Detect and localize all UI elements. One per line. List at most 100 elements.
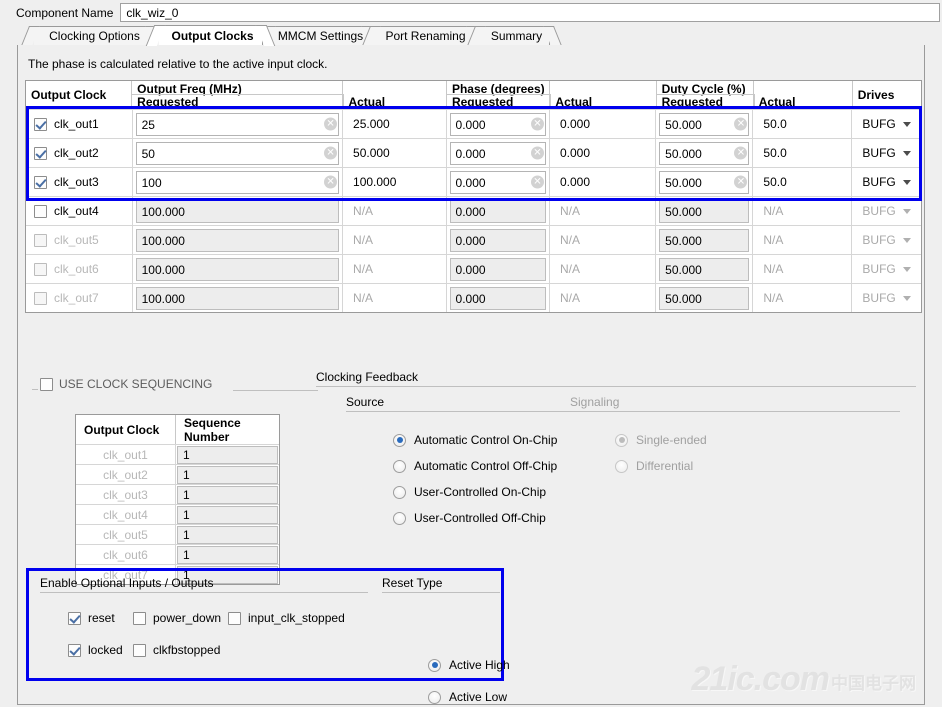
drives-cell[interactable]: BUFG [852,110,921,138]
checkbox[interactable] [68,643,81,657]
phase-requested-cell[interactable]: 0.000 [447,226,550,254]
drives-cell[interactable]: BUFG [852,168,921,196]
sequence-number-input[interactable]: 1 [177,466,278,484]
duty-requested-cell[interactable]: 50.000 [656,226,754,254]
clear-value-icon[interactable]: ✕ [734,117,748,131]
chevron-down-icon[interactable] [903,179,912,185]
clock-enable-checkbox[interactable] [34,233,47,247]
radio-button[interactable] [393,485,406,499]
duty-requested-cell[interactable]: 50.000 ✕ [656,110,754,138]
sequence-number-cell[interactable]: 1 [176,465,279,484]
feedback-signaling-option-single-ended[interactable]: Single-ended [615,433,707,447]
radio-button[interactable] [393,433,406,447]
phase-requested-input[interactable]: 0.000 [449,229,546,252]
phase-requested-cell[interactable]: 0.000 ✕ [447,168,550,196]
sequence-number-input[interactable]: 1 [177,446,278,464]
feedback-source-option-automatic-control-off-chip[interactable]: Automatic Control Off-Chip [393,459,557,473]
feedback-signaling-option-differential[interactable]: Differential [615,459,693,473]
phase-requested-input[interactable]: 0.000 [449,200,546,223]
optional-io-power-down[interactable]: power_down [133,611,221,625]
clear-value-icon[interactable]: ✕ [734,175,748,189]
chevron-down-icon[interactable] [903,208,912,214]
checkbox[interactable] [68,611,81,625]
radio-button[interactable] [393,511,406,525]
chevron-down-icon[interactable] [903,150,912,156]
clock-enable-cell[interactable]: clk_out4 [26,197,133,225]
checkbox[interactable] [228,611,241,625]
clock-enable-cell[interactable]: clk_out5 [26,226,133,254]
tab-clocking-options[interactable]: Clocking Options [34,26,152,45]
use-clock-sequencing-checkbox[interactable] [40,377,53,391]
drives-dropdown[interactable]: BUFG [856,291,917,305]
tab-output-clocks[interactable]: Output Clocks [159,25,263,45]
radio-button[interactable] [428,658,441,672]
output-freq-requested-input[interactable]: 100 [135,171,340,194]
optional-io-locked[interactable]: locked [68,643,123,657]
sequence-number-input[interactable]: 1 [177,506,278,524]
optional-io-input-clk-stopped[interactable]: input_clk_stopped [228,611,345,625]
clear-value-icon[interactable]: ✕ [324,117,338,131]
sequence-number-input[interactable]: 1 [177,546,278,564]
duty-requested-input[interactable]: 50.000 [659,287,750,310]
duty-requested-input[interactable]: 50.000 [659,229,750,252]
clear-value-icon[interactable]: ✕ [531,146,544,160]
sequence-number-cell[interactable]: 1 [176,445,279,464]
output-freq-requested-input[interactable]: 100.000 [135,229,340,252]
drives-cell[interactable]: BUFG [852,197,921,225]
sequence-number-cell[interactable]: 1 [176,545,279,564]
output-freq-requested-cell[interactable]: 100.000 [133,226,344,254]
duty-requested-cell[interactable]: 50.000 [656,284,754,312]
drives-cell[interactable]: BUFG [852,139,921,167]
phase-requested-cell[interactable]: 0.000 [447,197,550,225]
clock-enable-cell[interactable]: clk_out1 [26,110,133,138]
output-freq-requested-input[interactable]: 25 [135,113,340,136]
chevron-down-icon[interactable] [903,266,912,272]
drives-dropdown[interactable]: BUFG [856,117,917,131]
drives-dropdown[interactable]: BUFG [856,262,917,276]
output-freq-requested-input[interactable]: 100.000 [135,200,340,223]
output-freq-requested-cell[interactable]: 100.000 [133,197,344,225]
component-name-input[interactable]: clk_wiz_0 [120,3,941,22]
clock-enable-checkbox[interactable] [34,175,47,189]
clock-enable-cell[interactable]: clk_out2 [26,139,133,167]
clock-enable-checkbox[interactable] [34,262,47,276]
duty-requested-input[interactable]: 50.000 [659,200,750,223]
phase-requested-input[interactable]: 0.000 [449,258,546,281]
clear-value-icon[interactable]: ✕ [324,175,338,189]
clear-value-icon[interactable]: ✕ [531,175,544,189]
duty-requested-cell[interactable]: 50.000 ✕ [656,168,754,196]
phase-requested-cell[interactable]: 0.000 [447,255,550,283]
output-freq-requested-cell[interactable]: 100.000 [133,255,344,283]
clock-enable-checkbox[interactable] [34,204,47,218]
clock-enable-checkbox[interactable] [34,117,47,131]
use-clock-sequencing-row[interactable]: USE CLOCK SEQUENCING [40,377,212,391]
phase-requested-cell[interactable]: 0.000 ✕ [447,139,550,167]
radio-button[interactable] [615,433,628,447]
clock-enable-checkbox[interactable] [34,146,47,160]
output-freq-requested-cell[interactable]: 100.000 [133,284,344,312]
reset-type-option-active-low[interactable]: Active Low [428,690,507,704]
phase-requested-input[interactable]: 0.000 [449,287,546,310]
radio-button[interactable] [393,459,406,473]
clock-enable-cell[interactable]: clk_out7 [26,284,133,312]
phase-requested-cell[interactable]: 0.000 ✕ [447,110,550,138]
radio-button[interactable] [615,459,628,473]
reset-type-option-active-high[interactable]: Active High [428,658,510,672]
tab-port-renaming[interactable]: Port Renaming [375,26,473,45]
output-freq-requested-cell[interactable]: 50 ✕ [133,139,344,167]
drives-dropdown[interactable]: BUFG [856,233,917,247]
drives-cell[interactable]: BUFG [852,226,921,254]
clear-value-icon[interactable]: ✕ [324,146,338,160]
phase-requested-cell[interactable]: 0.000 [447,284,550,312]
duty-requested-cell[interactable]: 50.000 [656,255,754,283]
tab-summary[interactable]: Summary [480,26,550,45]
output-freq-requested-input[interactable]: 100.000 [135,287,340,310]
output-freq-requested-input[interactable]: 100.000 [135,258,340,281]
drives-dropdown[interactable]: BUFG [856,204,917,218]
checkbox[interactable] [133,611,146,625]
radio-button[interactable] [428,690,441,704]
clock-enable-cell[interactable]: clk_out6 [26,255,133,283]
drives-cell[interactable]: BUFG [852,255,921,283]
chevron-down-icon[interactable] [903,295,912,301]
drives-dropdown[interactable]: BUFG [856,175,917,189]
